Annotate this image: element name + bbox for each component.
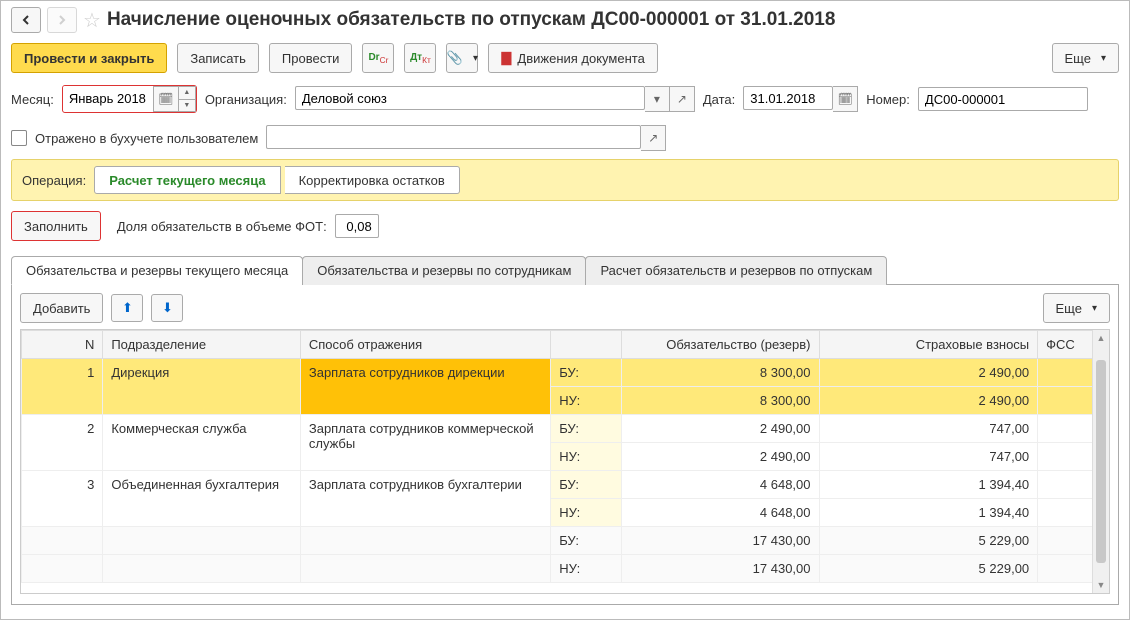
table-row[interactable]: 1 Дирекция Зарплата сотрудников дирекции…: [22, 359, 1109, 387]
org-dropdown-icon[interactable]: ▾: [645, 86, 670, 112]
obligations-table: N Подразделение Способ отражения Обязате…: [20, 329, 1110, 594]
date-input[interactable]: [743, 86, 833, 110]
user-reflected-open-icon[interactable]: ↗: [641, 125, 666, 151]
arrow-up-icon: ⬆: [122, 300, 133, 316]
month-input[interactable]: [63, 86, 153, 110]
th-method[interactable]: Способ отражения: [300, 331, 550, 359]
nav-back-button[interactable]: [11, 7, 41, 33]
paperclip-icon: 📎: [447, 50, 463, 66]
dr-cr-button[interactable]: DrCr: [362, 43, 394, 73]
operation-adjust-segment[interactable]: Корректировка остатков: [285, 166, 460, 194]
user-reflected-checkbox[interactable]: [11, 130, 27, 146]
favorite-star-icon[interactable]: ☆: [83, 8, 101, 33]
share-input[interactable]: [335, 214, 379, 238]
month-step-up[interactable]: ▲: [179, 87, 195, 100]
user-reflected-input[interactable]: [266, 125, 641, 149]
number-input[interactable]: [918, 87, 1088, 111]
report-icon: ▇: [501, 50, 511, 66]
th-dept[interactable]: Подразделение: [103, 331, 301, 359]
page-title: Начисление оценочных обязательств по отп…: [107, 9, 835, 31]
th-n[interactable]: N: [22, 331, 103, 359]
share-label: Доля обязательств в объеме ФОТ:: [117, 219, 327, 234]
post-button[interactable]: Провести: [269, 43, 353, 73]
user-reflected-label: Отражено в бухучете пользователем: [35, 131, 258, 146]
date-calendar-icon[interactable]: 🗓: [833, 86, 858, 112]
move-down-button[interactable]: ⬇: [151, 294, 183, 322]
table-total-nu: НУ:17 430,005 229,00: [22, 555, 1109, 583]
org-input[interactable]: [295, 86, 645, 110]
scroll-up-icon: ▲: [1094, 330, 1109, 346]
tab-by-employee[interactable]: Обязательства и резервы по сотрудникам: [302, 256, 586, 285]
operation-current-segment[interactable]: Расчет текущего месяца: [94, 166, 280, 194]
date-label: Дата:: [703, 92, 735, 107]
table-more-button[interactable]: Еще: [1043, 293, 1110, 323]
fill-button[interactable]: Заполнить: [11, 211, 101, 241]
post-and-close-button[interactable]: Провести и закрыть: [11, 43, 167, 73]
arrow-down-icon: ⬇: [162, 300, 173, 316]
save-button[interactable]: Записать: [177, 43, 259, 73]
month-calendar-icon[interactable]: 🗓: [153, 86, 179, 112]
operation-label: Операция:: [22, 173, 86, 188]
th-oblig[interactable]: Обязательство (резерв): [621, 331, 819, 359]
move-up-button[interactable]: ⬆: [111, 294, 143, 322]
table-scrollbar[interactable]: ▲ ▼: [1092, 330, 1109, 593]
dt-kt-button[interactable]: ДтКт: [404, 43, 436, 73]
tab-calculation[interactable]: Расчет обязательств и резервов по отпуск…: [585, 256, 887, 285]
th-insur[interactable]: Страховые взносы: [819, 331, 1038, 359]
org-label: Организация:: [205, 92, 287, 107]
table-row[interactable]: 2 Коммерческая служба Зарплата сотрудник…: [22, 415, 1109, 443]
number-label: Номер:: [866, 92, 910, 107]
table-row[interactable]: 3 Объединенная бухгалтерия Зарплата сотр…: [22, 471, 1109, 499]
scroll-down-icon: ▼: [1094, 577, 1109, 593]
table-total-bu: БУ:17 430,005 229,00: [22, 527, 1109, 555]
month-label: Месяц:: [11, 92, 54, 107]
month-step-down[interactable]: ▼: [179, 100, 195, 112]
add-row-button[interactable]: Добавить: [20, 293, 103, 323]
nav-forward-button[interactable]: [47, 7, 77, 33]
th-bn[interactable]: [551, 331, 622, 359]
tab-current-month[interactable]: Обязательства и резервы текущего месяца: [11, 256, 303, 285]
more-button[interactable]: Еще: [1052, 43, 1119, 73]
attach-button[interactable]: 📎: [446, 43, 478, 73]
org-open-icon[interactable]: ↗: [670, 86, 695, 112]
document-motions-button[interactable]: ▇Движения документа: [488, 43, 657, 73]
